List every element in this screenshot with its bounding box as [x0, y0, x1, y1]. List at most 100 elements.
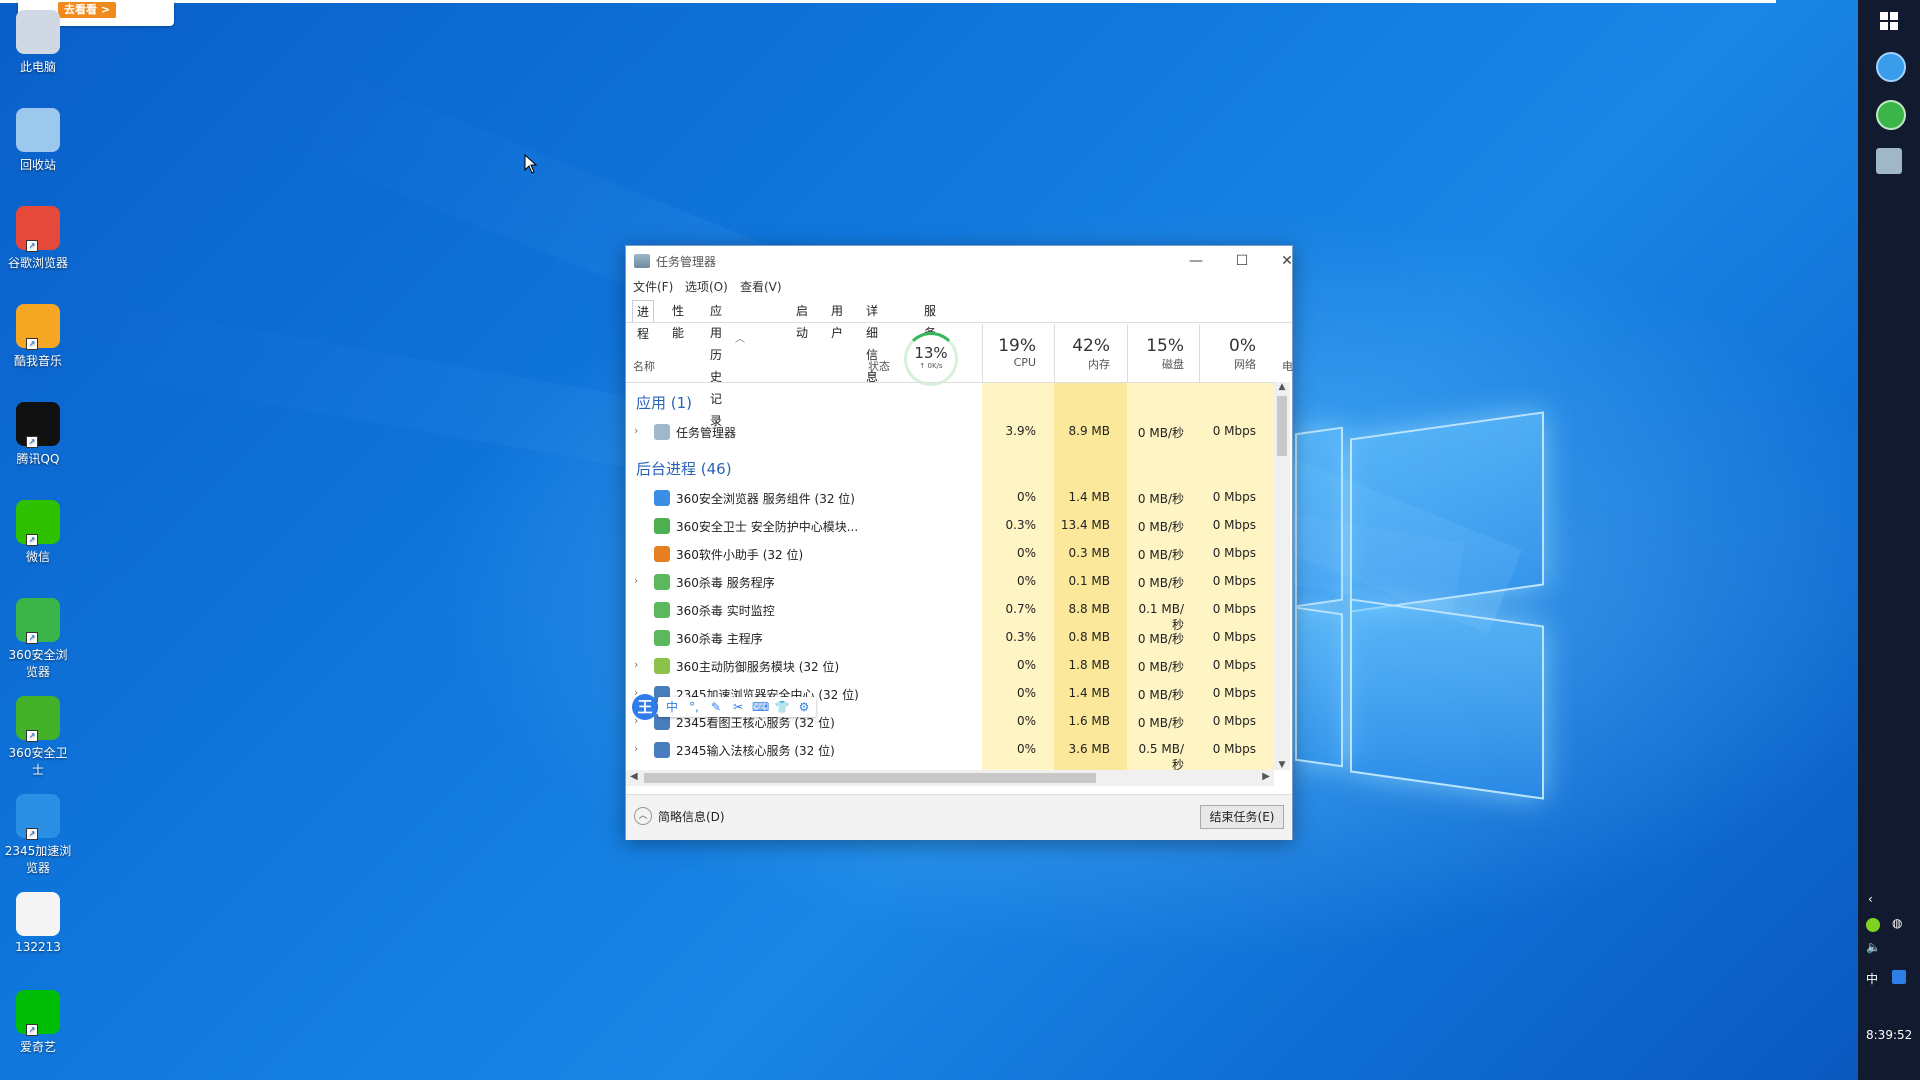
ime-language-indicator[interactable]: 中	[1866, 970, 1878, 987]
punctuation-icon[interactable]: °,	[686, 699, 702, 715]
desktop-icon[interactable]: 132213	[4, 892, 72, 954]
end-task-button[interactable]: 结束任务(E)	[1200, 805, 1284, 829]
process-cpu: 0%	[1016, 658, 1036, 672]
360-tray-icon[interactable]	[1866, 918, 1880, 932]
desktop-icon[interactable]: ↗ 360安全浏览器	[4, 598, 72, 680]
ime-logo[interactable]: 王	[632, 694, 658, 720]
desktop-icon[interactable]: ↗ 酷我音乐	[4, 304, 72, 369]
process-row[interactable]: 360安全卫士 安全防护中心模块... 0.3% 13.4 MB 0 MB/秒 0 Mb…	[626, 512, 1276, 540]
column-name[interactable]: 名称	[633, 358, 655, 374]
process-network: 0 Mbps	[1212, 686, 1256, 700]
column-cpu[interactable]: 19% CPU	[982, 336, 1036, 369]
ie-browser-icon[interactable]	[1876, 52, 1906, 82]
process-network: 0 Mbps	[1212, 742, 1256, 756]
ime-tray-icon[interactable]	[1892, 970, 1906, 984]
desktop-icon[interactable]: ↗ 腾讯QQ	[4, 402, 72, 467]
sort-chevron-icon[interactable]: ︿	[735, 330, 745, 345]
scroll-thumb[interactable]	[1277, 396, 1287, 456]
expand-chevron-icon[interactable]: ›	[634, 742, 638, 755]
expand-chevron-icon[interactable]: ›	[634, 574, 638, 587]
process-name: 360杀毒 服务程序	[676, 576, 775, 590]
desktop-icon[interactable]: ↗ 360安全卫士	[4, 696, 72, 778]
process-disk: 0 MB/秒	[1137, 716, 1184, 730]
scroll-left-icon[interactable]: ◀	[630, 771, 638, 782]
process-memory: 1.6 MB	[1068, 714, 1110, 728]
process-row[interactable]: 360杀毒 主程序 0.3% 0.8 MB 0 MB/秒 0 Mbps	[626, 624, 1276, 652]
clock[interactable]: 8:39:52	[1866, 1028, 1912, 1042]
task-manager-window: 任务管理器 — ☐ ✕ 文件(F) 选项(O) 查看(V) 进程 性能 应用历史…	[625, 245, 1293, 840]
menu-file[interactable]: 文件(F)	[633, 278, 673, 295]
process-row[interactable]: › 2345输入法核心服务 (32 位) 0% 3.6 MB 0.5 MB/秒 0 Mbp…	[626, 736, 1276, 772]
horizontal-scrollbar[interactable]: ◀ ▶	[626, 770, 1274, 786]
scroll-right-icon[interactable]: ▶	[1262, 771, 1270, 782]
scroll-down-icon[interactable]: ▼	[1274, 760, 1290, 770]
process-icon	[654, 424, 670, 440]
process-row[interactable]: 360杀毒 实时监控 0.7% 8.8 MB 0.1 MB/秒 0 Mbps	[626, 596, 1276, 632]
globe-icon[interactable]: ◍	[1892, 916, 1902, 930]
process-network: 0 Mbps	[1212, 658, 1256, 672]
collapse-chevron-icon[interactable]: ︿	[634, 807, 652, 825]
column-memory[interactable]: 42% 内存	[1054, 336, 1110, 372]
tab-app-history[interactable]: 应用历史记录	[706, 300, 726, 428]
ime-lang-toggle[interactable]: 中	[664, 699, 680, 715]
tab-startup[interactable]: 启动	[792, 300, 812, 340]
process-memory: 8.9 MB	[1068, 424, 1110, 438]
column-power[interactable]: 电	[1282, 358, 1293, 374]
close-button[interactable]: ✕	[1267, 250, 1307, 272]
column-disk[interactable]: 15% 磁盘	[1127, 336, 1184, 372]
chevron-left-icon[interactable]: ‹	[1868, 892, 1873, 906]
h-scroll-thumb[interactable]	[644, 773, 1096, 783]
keyboard-icon[interactable]: ⌨	[752, 699, 769, 715]
tab-performance[interactable]: 性能	[668, 300, 688, 340]
process-disk: 0.5 MB/秒	[1138, 742, 1184, 772]
process-row[interactable]: › 360杀毒 服务程序 0% 0.1 MB 0 MB/秒 0 Mbps	[626, 568, 1276, 596]
tab-users[interactable]: 用户	[827, 300, 847, 340]
desktop-icon[interactable]: ↗ 谷歌浏览器	[4, 206, 72, 271]
desktop-icon-label: 2345加速浏览器	[4, 844, 72, 875]
column-status[interactable]: 状态	[868, 358, 890, 374]
process-row[interactable]: 360软件小助手 (32 位) 0% 0.3 MB 0 MB/秒 0 Mbps	[626, 540, 1276, 568]
minimize-button[interactable]: —	[1176, 250, 1216, 272]
apps-group-header[interactable]: 应用 (1)	[636, 392, 692, 413]
process-network: 0 Mbps	[1212, 602, 1256, 616]
menu-options[interactable]: 选项(O)	[685, 278, 728, 295]
ime-toolbar: 王 中 °, ✎ ✂ ⌨ 👕 ⚙	[632, 694, 828, 722]
desktop-icon[interactable]: ↗ 微信	[4, 500, 72, 565]
tab-services[interactable]: 服务	[920, 300, 940, 340]
maximize-button[interactable]: ☐	[1222, 250, 1262, 272]
360-browser-taskbar-icon[interactable]	[1876, 100, 1906, 130]
process-row[interactable]: › 360主动防御服务模块 (32 位) 0% 1.8 MB 0 MB/秒 0 Mbps	[626, 652, 1276, 680]
skin-shirt-icon[interactable]: 👕	[774, 699, 790, 715]
settings-gear-icon[interactable]: ⚙	[796, 699, 812, 715]
desktop-icon[interactable]: ↗ 爱奇艺	[4, 990, 72, 1055]
fewer-details-link[interactable]: 简略信息(D)	[658, 808, 725, 825]
process-row[interactable]: 360安全浏览器 服务组件 (32 位) 0% 1.4 MB 0 MB/秒 0 Mbps	[626, 484, 1276, 512]
process-name: 360杀毒 主程序	[676, 632, 763, 646]
process-row[interactable]: › 任务管理器 3.9% 8.9 MB 0 MB/秒 0 Mbps	[626, 418, 1276, 446]
gpu-gauge: 13% ↑ 0K/s	[904, 332, 958, 386]
desktop-icon-label: 腾讯QQ	[16, 452, 60, 466]
scroll-up-icon[interactable]: ▲	[1274, 382, 1290, 392]
vertical-scrollbar[interactable]: ▲ ▼	[1274, 382, 1290, 770]
expand-chevron-icon[interactable]: ›	[634, 424, 638, 437]
desktop-icon[interactable]: 回收站	[4, 108, 72, 173]
desktop-icon[interactable]: 此电脑	[4, 10, 72, 75]
background-group-header[interactable]: 后台进程 (46)	[636, 458, 732, 479]
desktop-icon[interactable]: ↗ 2345加速浏览器	[4, 794, 72, 876]
process-network: 0 Mbps	[1212, 630, 1256, 644]
windows-start-icon[interactable]	[1880, 12, 1898, 30]
speaker-icon[interactable]: 🔈	[1866, 940, 1881, 954]
tab-details[interactable]: 详细信息	[862, 300, 882, 384]
desktop-icon-label: 微信	[25, 550, 50, 564]
column-network[interactable]: 0% 网络	[1199, 336, 1256, 372]
menu-view[interactable]: 查看(V)	[740, 278, 782, 295]
tab-processes[interactable]: 进程	[632, 300, 655, 341]
task-manager-taskbar-icon[interactable]	[1876, 148, 1902, 174]
scissors-icon[interactable]: ✂	[730, 699, 746, 715]
expand-chevron-icon[interactable]: ›	[634, 658, 638, 671]
chrome-icon: ↗	[16, 206, 60, 252]
handwriting-icon[interactable]: ✎	[708, 699, 724, 715]
process-icon	[654, 630, 670, 646]
process-name: 360主动防御服务模块 (32 位)	[676, 660, 840, 674]
title-bar[interactable]: 任务管理器 — ☐ ✕	[626, 246, 1293, 276]
